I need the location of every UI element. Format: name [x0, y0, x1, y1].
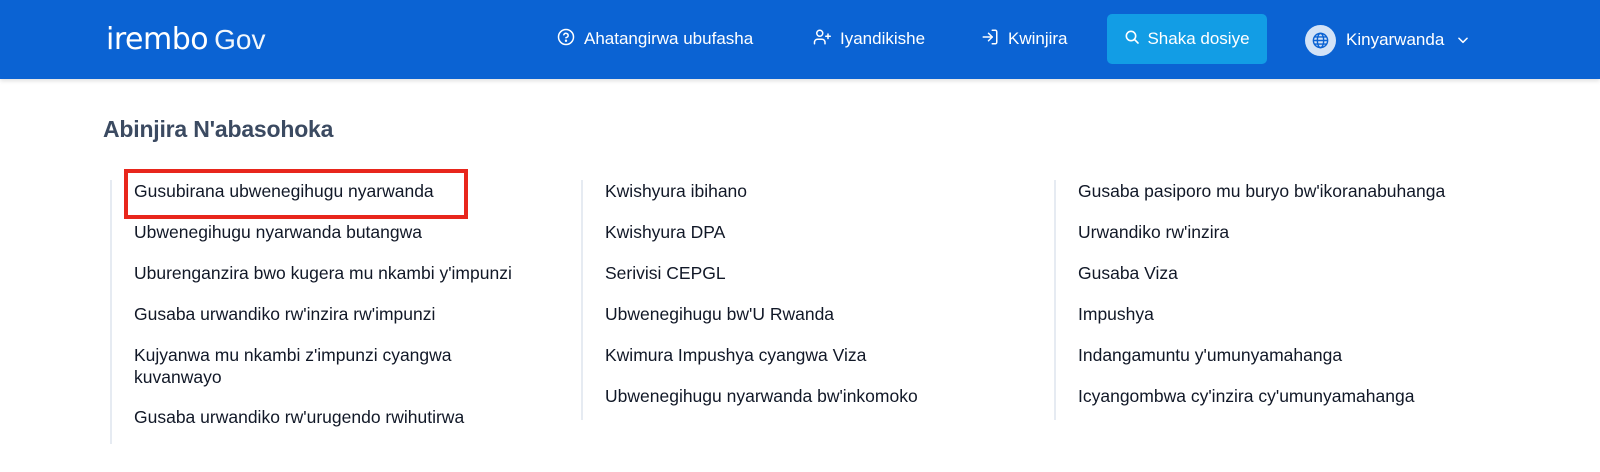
service-link[interactable]: Gusaba urwandiko rw'inzira rw'impunzi	[134, 303, 435, 325]
nav-register-link[interactable]: Iyandikishe	[813, 24, 925, 54]
nav-register-label: Iyandikishe	[840, 29, 926, 48]
service-link[interactable]: Kwishyura ibihano	[605, 180, 747, 202]
service-link[interactable]: Kujyanwa mu nkambi z'impunzi cyangwa kuv…	[134, 344, 494, 388]
service-link[interactable]: Serivisi CEPGL	[605, 262, 726, 284]
help-circle-icon	[557, 28, 575, 51]
service-link[interactable]: Ubwenegihugu nyarwanda butangwa	[134, 221, 422, 243]
service-link[interactable]: Urwandiko rw'inzira	[1078, 221, 1229, 243]
service-link[interactable]: Gusaba pasiporo mu buryo bw'ikoranabuhan…	[1078, 180, 1445, 202]
service-link[interactable]: Kwimura Impushya cyangwa Viza	[605, 344, 866, 366]
service-link[interactable]: Gusaba urwandiko rw'urugendo rwihutirwa	[134, 406, 464, 428]
chevron-down-icon	[1458, 37, 1469, 44]
service-link[interactable]: Gusaba Viza	[1078, 262, 1178, 284]
globe-icon	[1305, 24, 1336, 56]
search-icon	[1124, 29, 1140, 50]
nav-login-link[interactable]: Kwinjira	[981, 24, 1068, 54]
services-column-1: Gusubirana ubwenegihugu nyarwanda Ubwene…	[110, 180, 540, 444]
top-navigation-bar: irembo Gov Ahatangirwa ubufasha Iyandiki…	[0, 0, 1600, 79]
language-label: Kinyarwanda	[1346, 30, 1445, 49]
user-plus-icon	[813, 28, 831, 51]
services-column-3: Gusaba pasiporo mu buryo bw'ikoranabuhan…	[1054, 180, 1484, 420]
service-link[interactable]: Uburenganzira bwo kugera mu nkambi y'imp…	[134, 262, 512, 284]
nav-login-label: Kwinjira	[1008, 29, 1068, 48]
search-button-label: Shaka dosiye	[1147, 29, 1250, 48]
logo-brand: irembo	[106, 22, 209, 57]
service-link[interactable]: Gusubirana ubwenegihugu nyarwanda	[134, 180, 434, 202]
logo-suffix: Gov	[214, 24, 266, 55]
service-link[interactable]: Ubwenegihugu nyarwanda bw'inkomoko	[605, 385, 918, 407]
service-link[interactable]: Kwishyura DPA	[605, 221, 725, 243]
service-link[interactable]: Icyangombwa cy'inzira cy'umunyamahanga	[1078, 385, 1414, 407]
service-link[interactable]: Indangamuntu y'umunyamahanga	[1078, 344, 1342, 366]
service-link[interactable]: Impushya	[1078, 303, 1154, 325]
service-link[interactable]: Ubwenegihugu bw'U Rwanda	[605, 303, 834, 325]
section-title: Abinjira N'abasohoka	[103, 116, 334, 142]
services-column-2: Kwishyura ibihano Kwishyura DPA Serivisi…	[581, 180, 1011, 420]
nav-help-link[interactable]: Ahatangirwa ubufasha	[557, 24, 753, 54]
login-icon	[981, 28, 999, 51]
irembo-gov-logo[interactable]: irembo Gov	[106, 22, 265, 58]
nav-help-label: Ahatangirwa ubufasha	[584, 29, 754, 48]
language-selector[interactable]: Kinyarwanda	[1305, 24, 1470, 56]
search-application-button[interactable]: Shaka dosiye	[1107, 14, 1267, 64]
